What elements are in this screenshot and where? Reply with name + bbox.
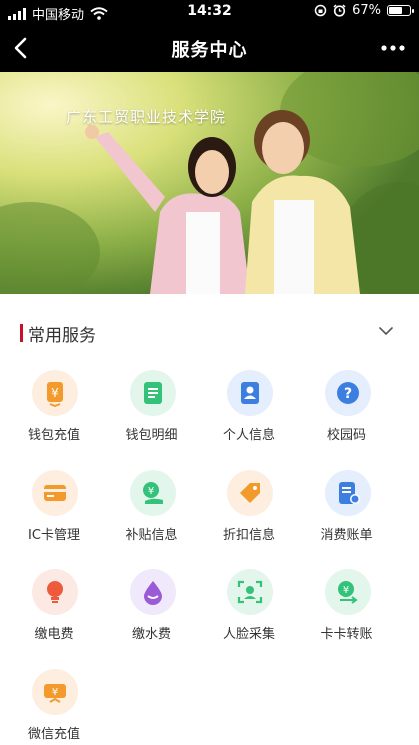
service-icon-bg [32,569,78,615]
service-label: 微信充值 [27,726,80,742]
battery-icon [387,5,414,16]
status-right: 67% [314,3,414,18]
service-label: 钱包充值 [27,428,80,443]
service-label: 缴电费 [34,627,74,642]
service-icon-bg [227,469,273,516]
service-icon-bg [129,569,176,615]
service-item[interactable]: ¥ 补贴信息 [100,468,204,558]
service-item[interactable]: 缴水费 [100,567,204,657]
service-icon-bg: ¥ [129,469,176,516]
section-header[interactable]: 常用服务 [0,318,419,348]
question-icon: ? [336,382,359,404]
transfer-icon: ¥ [337,581,358,604]
service-icon-bg [324,469,371,516]
service-icon-bg [227,569,273,615]
service-icon-bg: ¥ [32,668,78,715]
service-icon-bg [129,370,176,416]
service-item[interactable]: 缴电费 [2,567,106,657]
banner-title: 广东工贸职业技术学院 [66,108,227,126]
service-icon-bg: ? [324,370,371,416]
service-icon-bg [227,370,273,416]
section-accent-bar [20,324,23,342]
page-title: 服务中心 [171,40,248,61]
chevron-down-icon[interactable] [379,326,393,336]
service-icon-bg: ¥ [324,569,371,615]
section-title: 常用服务 [28,326,96,346]
service-item[interactable]: ¥ 微信充值 [2,667,106,745]
wallet-topup-icon: ¥ [47,382,63,407]
tag-icon [240,482,260,503]
face-scan-icon [237,580,263,604]
bill-icon [338,481,360,504]
service-item[interactable]: IC卡管理 [2,468,106,558]
svg-text:¥: ¥ [52,687,58,698]
status-bar: 中国移动 14:32 67% [0,0,419,24]
contact-card-icon [241,382,259,404]
service-icon-bg: ¥ [32,370,78,416]
service-label: 校园码 [326,428,366,443]
service-label: 人脸采集 [222,627,275,642]
svg-text:¥: ¥ [147,486,153,497]
service-label: 缴水费 [131,627,171,642]
service-label: IC卡管理 [28,527,80,543]
alarm-icon [333,4,346,17]
service-item[interactable]: ¥ 卡卡转账 [295,567,399,657]
service-item[interactable]: 折扣信息 [197,468,301,558]
orientation-lock-icon [314,4,327,17]
wallet-detail-icon [143,382,162,404]
lightbulb-icon [47,581,63,603]
service-label: 消费账单 [320,527,373,543]
service-icon-bg [32,469,78,516]
service-label: 卡卡转账 [320,627,373,642]
service-item[interactable]: 个人信息 [197,368,301,458]
service-label: 个人信息 [222,428,275,443]
nav-bar: 服务中心 [0,24,419,72]
service-label: 折扣信息 [222,527,275,543]
service-item[interactable]: 钱包明细 [100,368,204,458]
svg-text:?: ? [343,386,351,402]
svg-text:¥: ¥ [342,585,348,596]
service-item[interactable]: 消费账单 [295,468,399,558]
more-icon[interactable] [379,36,407,60]
water-drop-icon [143,581,162,605]
battery-percent: 67% [352,3,381,18]
subsidy-icon: ¥ [142,481,163,504]
service-item[interactable]: ? 校园码 [295,368,399,458]
wechat-topup-icon: ¥ [44,683,66,703]
banner-image[interactable]: 广东工贸职业技术学院 [0,72,419,294]
service-item[interactable]: 人脸采集 [197,567,301,657]
service-label: 钱包明细 [125,428,178,443]
card-icon [44,484,66,501]
service-item[interactable]: ¥ 钱包充值 [2,368,106,458]
service-label: 补贴信息 [125,527,178,543]
svg-text:¥: ¥ [51,386,59,400]
